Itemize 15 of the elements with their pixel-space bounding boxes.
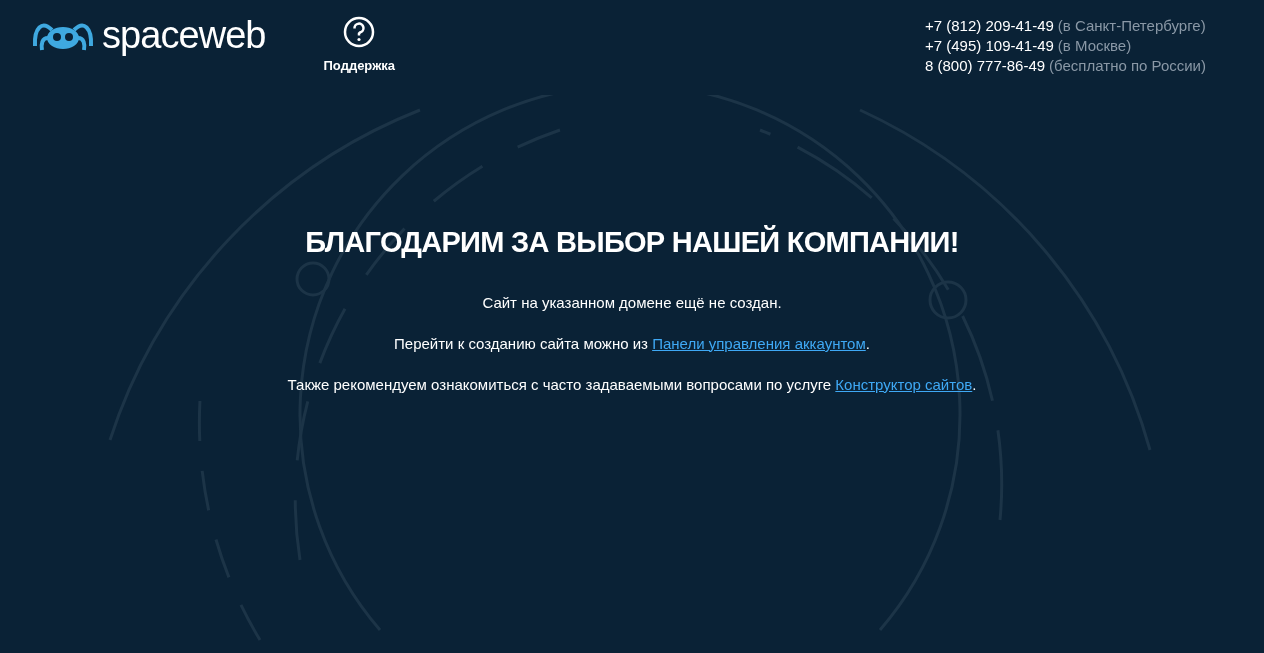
link[interactable]: Панели управления аккаунтом [652,334,866,352]
info-paragraph: Также рекомендуем ознакомиться с часто задаваемыми вопросами по услуге Конструктор сайтов. [287,374,977,395]
phone-number: +7 (495) 109-41-49 [925,36,1054,56]
support-link[interactable]: Поддержка [323,16,396,76]
phone-number: 8 (800) 777-86-49 [925,56,1046,76]
help-icon [343,16,376,48]
phone-region: (в Москве) [1057,36,1132,56]
logo[interactable]: spaceweb [32,16,266,54]
page-title: БЛАГОДАРИМ ЗА ВЫБОР НАШЕЙ КОМПАНИИ! [305,224,959,260]
info-paragraph: Перейти к созданию сайта можно из Панели управления аккаунтом. [394,333,870,354]
logo-text: spaceweb [102,16,266,54]
info-paragraph: Сайт на указанном домене ещё не создан. [482,292,782,313]
phone-number: +7 (812) 209-41-49 [925,16,1054,36]
phone-region: (в Санкт-Петербурге) [1057,16,1206,36]
phone-region: (бесплатно по России) [1049,56,1206,76]
